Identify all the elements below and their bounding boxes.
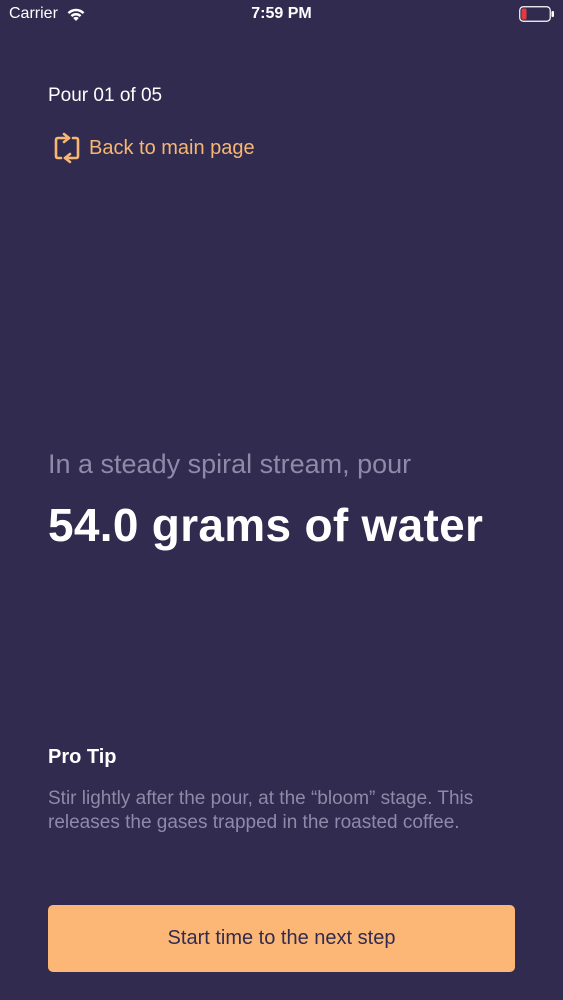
status-time: 7:59 PM (251, 5, 312, 22)
repeat-arrows-icon (54, 132, 80, 164)
pro-tip-text: Stir lightly after the pour, at the “blo… (48, 788, 474, 833)
pour-counter: Pour 01 of 05 (48, 85, 163, 106)
back-to-main-label: Back to main page (89, 136, 255, 159)
start-next-step-button[interactable]: Start time to the next step (48, 905, 515, 972)
pour-instruction: In a steady spiral stream, pour (48, 449, 412, 479)
battery-icon (519, 6, 554, 22)
pour-amount: 54.0 grams of water (48, 499, 484, 551)
status-bar: Carrier 7:59 PM (0, 0, 563, 30)
pro-tip-title: Pro Tip (48, 746, 117, 768)
back-to-main-link[interactable]: Back to main page (53, 132, 255, 164)
